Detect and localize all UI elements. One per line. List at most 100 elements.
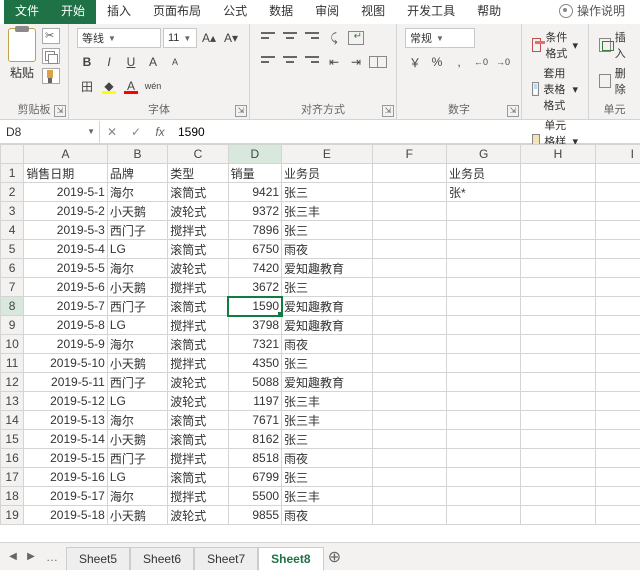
cell[interactable] (446, 506, 520, 525)
cell[interactable] (372, 183, 446, 202)
cell[interactable]: 小天鹅 (107, 202, 167, 221)
cell[interactable] (595, 335, 640, 354)
cell[interactable]: LG (107, 240, 167, 259)
cell[interactable] (595, 449, 640, 468)
cell[interactable] (595, 297, 640, 316)
accounting-button[interactable]: ￥ (405, 52, 425, 72)
cell[interactable] (521, 316, 595, 335)
align-center-button[interactable] (280, 52, 300, 72)
cell[interactable]: 西门子 (107, 373, 167, 392)
cell[interactable]: 爱知趣教育 (282, 316, 373, 335)
cell[interactable] (446, 240, 520, 259)
align-left-button[interactable] (258, 52, 278, 72)
cell[interactable]: 张三 (282, 468, 373, 487)
cell[interactable]: 小天鹅 (107, 506, 167, 525)
cell[interactable] (521, 430, 595, 449)
cell[interactable]: 雨夜 (282, 335, 373, 354)
tab-data[interactable]: 数据 (258, 0, 304, 24)
cell[interactable] (446, 202, 520, 221)
cell[interactable] (446, 354, 520, 373)
tab-file[interactable]: 文件 (4, 0, 50, 24)
row-header[interactable]: 6 (1, 259, 24, 278)
cell[interactable] (595, 259, 640, 278)
row-header[interactable]: 1 (1, 164, 24, 183)
conditional-format-button[interactable]: 条件格式▾ (530, 28, 580, 62)
cell[interactable]: 张三丰 (282, 411, 373, 430)
cell[interactable] (595, 316, 640, 335)
cell[interactable]: 2019-5-12 (24, 392, 108, 411)
cell[interactable]: 2019-5-16 (24, 468, 108, 487)
cell[interactable] (595, 373, 640, 392)
cell[interactable] (595, 221, 640, 240)
cell[interactable]: 张* (446, 183, 520, 202)
decrease-decimal-button[interactable]: →0 (493, 52, 513, 72)
cell[interactable]: 海尔 (107, 411, 167, 430)
sheet-tab-overflow[interactable]: … (40, 550, 66, 564)
col-header-H[interactable]: H (521, 145, 595, 164)
cell[interactable]: 小天鹅 (107, 278, 167, 297)
col-header-A[interactable]: A (24, 145, 108, 164)
cell[interactable]: 张三丰 (282, 392, 373, 411)
cell[interactable]: 张三丰 (282, 487, 373, 506)
cell[interactable]: 爱知趣教育 (282, 297, 373, 316)
cell[interactable] (446, 221, 520, 240)
cell[interactable] (521, 373, 595, 392)
phonetic-button[interactable]: wén (143, 76, 163, 96)
cancel-button[interactable]: ✕ (100, 121, 124, 143)
wrap-text-button[interactable] (346, 28, 366, 48)
cell[interactable]: 1197 (228, 392, 281, 411)
cell[interactable]: 爱知趣教育 (282, 259, 373, 278)
col-header-D[interactable]: D (228, 145, 281, 164)
row-header[interactable]: 9 (1, 316, 24, 335)
cell[interactable]: 2019-5-4 (24, 240, 108, 259)
cell[interactable]: 波轮式 (168, 506, 228, 525)
number-format-combo[interactable]: 常规▼ (405, 28, 475, 48)
align-launcher[interactable]: ⇲ (382, 105, 394, 117)
cell[interactable]: 4350 (228, 354, 281, 373)
insert-cells-button[interactable]: 插入 (597, 28, 632, 62)
cell[interactable]: 6750 (228, 240, 281, 259)
cell[interactable] (372, 316, 446, 335)
cell[interactable]: 滚筒式 (168, 240, 228, 259)
cell[interactable] (446, 449, 520, 468)
cell[interactable]: LG (107, 392, 167, 411)
cell[interactable]: 8518 (228, 449, 281, 468)
cell[interactable] (372, 259, 446, 278)
cell[interactable]: 2019-5-2 (24, 202, 108, 221)
format-as-table-button[interactable]: 套用表格格式▾ (530, 64, 580, 114)
cell[interactable]: 2019-5-14 (24, 430, 108, 449)
cell[interactable]: 搅拌式 (168, 449, 228, 468)
sheet-nav-next[interactable]: ▶ (22, 547, 40, 567)
cell[interactable] (595, 202, 640, 221)
increase-decimal-button[interactable]: ←0 (471, 52, 491, 72)
tab-review[interactable]: 审阅 (304, 0, 350, 24)
cell[interactable] (595, 183, 640, 202)
cell[interactable] (372, 487, 446, 506)
cell[interactable]: 小天鹅 (107, 430, 167, 449)
cell[interactable] (595, 430, 640, 449)
cell[interactable] (521, 506, 595, 525)
cell[interactable] (521, 183, 595, 202)
col-header-G[interactable]: G (446, 145, 520, 164)
column-headers[interactable]: A B C D E F G H I (1, 145, 640, 164)
select-all-corner[interactable] (1, 145, 24, 164)
border-button[interactable]: 田 (77, 76, 97, 96)
cell[interactable]: 销量 (228, 164, 281, 183)
sheet-tab-6[interactable]: Sheet6 (130, 547, 194, 570)
clipboard-launcher[interactable]: ⇲ (54, 105, 66, 117)
cut-button[interactable] (42, 28, 60, 44)
cell[interactable] (372, 297, 446, 316)
tab-view[interactable]: 视图 (350, 0, 396, 24)
row-header[interactable]: 4 (1, 221, 24, 240)
grid[interactable]: A B C D E F G H I 1销售日期品牌类型销量业务员业务员22019… (0, 144, 640, 542)
cell[interactable]: 雨夜 (282, 506, 373, 525)
cell[interactable]: 2019-5-18 (24, 506, 108, 525)
sheet-tab-8[interactable]: Sheet8 (258, 547, 323, 571)
cell[interactable] (372, 240, 446, 259)
tab-help[interactable]: 帮助 (466, 0, 512, 24)
cell[interactable]: 张三 (282, 430, 373, 449)
name-box[interactable]: D8▼ (0, 121, 100, 143)
cell[interactable]: 爱知趣教育 (282, 373, 373, 392)
copy-button[interactable] (42, 48, 60, 64)
cell[interactable]: 波轮式 (168, 259, 228, 278)
